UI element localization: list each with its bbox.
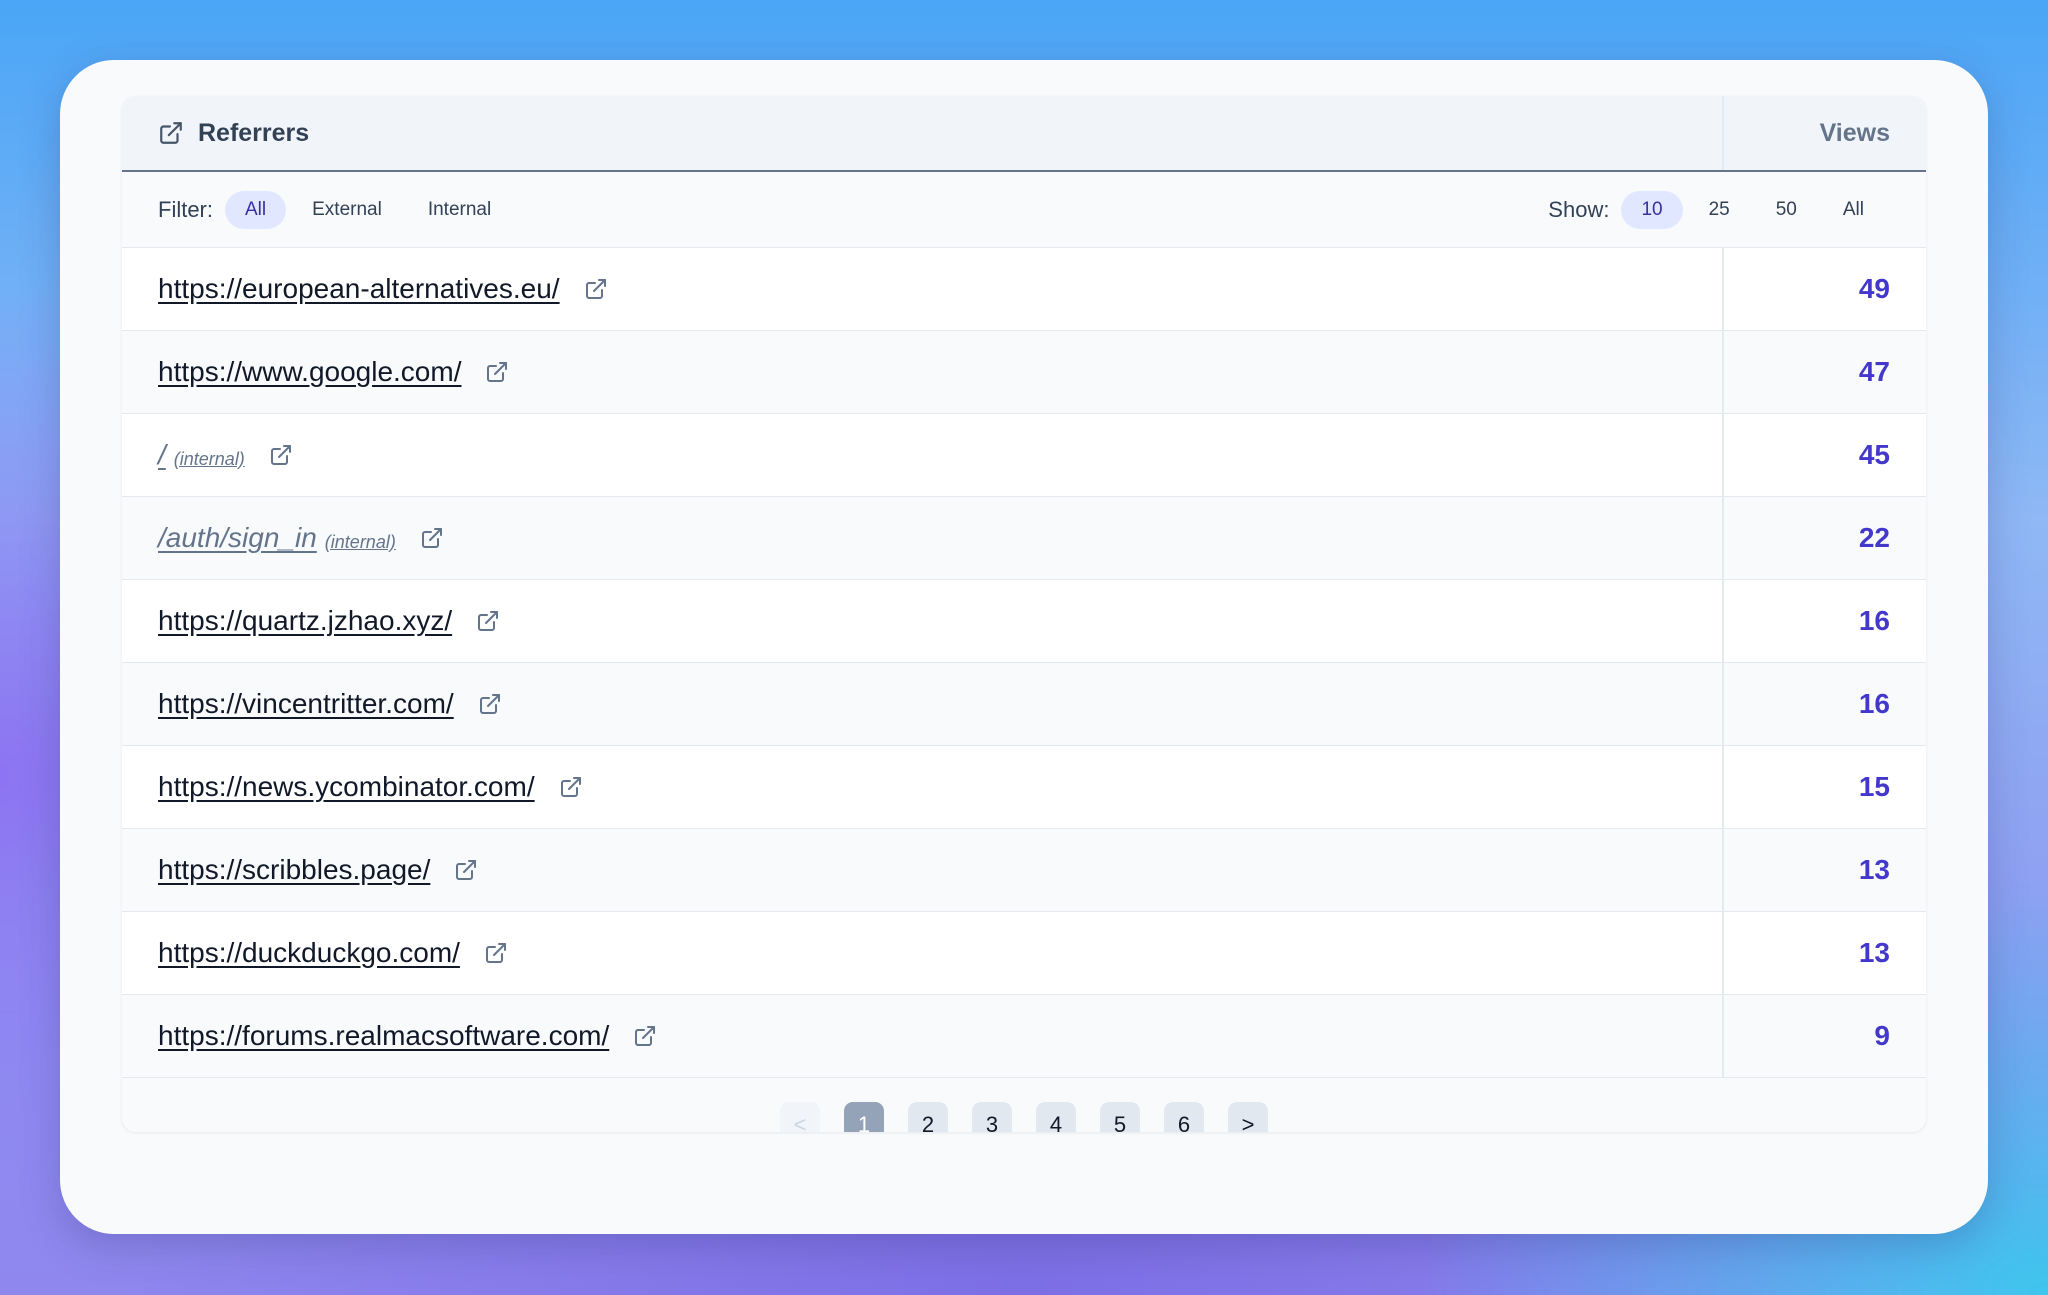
external-link-icon[interactable] xyxy=(633,1024,657,1048)
page-1-button[interactable]: 1 xyxy=(844,1102,884,1132)
page-5-button[interactable]: 5 xyxy=(1100,1102,1140,1132)
referrer-cell: https://vincentritter.com/ xyxy=(122,663,1724,745)
referrer-cell: /auth/sign_in (internal) xyxy=(122,497,1724,579)
referrer-link[interactable]: https://quartz.jzhao.xyz/ xyxy=(158,605,452,637)
views-count: 47 xyxy=(1858,356,1890,387)
table-row: /auth/sign_in (internal) 22 xyxy=(122,497,1926,580)
referrer-cell: https://european-alternatives.eu/ xyxy=(122,248,1724,330)
referrer-cell: https://news.ycombinator.com/ xyxy=(122,746,1724,828)
referrers-panel: Referrers Views Filter: All External Int… xyxy=(122,96,1926,1132)
referrer-link[interactable]: https://duckduckgo.com/ xyxy=(158,937,460,969)
views-count: 13 xyxy=(1858,854,1890,885)
page-4-button[interactable]: 4 xyxy=(1036,1102,1076,1132)
external-link-icon[interactable] xyxy=(269,443,293,467)
table-row: https://forums.realmacsoftware.com/ 9 xyxy=(122,995,1926,1078)
views-count: 45 xyxy=(1858,439,1890,470)
external-link-icon[interactable] xyxy=(420,526,444,550)
referrer-link[interactable]: https://www.google.com/ xyxy=(158,356,461,388)
page-6-button[interactable]: 6 xyxy=(1164,1102,1204,1132)
page-2-button[interactable]: 2 xyxy=(908,1102,948,1132)
table-row: https://news.ycombinator.com/ 15 xyxy=(122,746,1926,829)
referrer-list: https://european-alternatives.eu/ 49 htt… xyxy=(122,248,1926,1078)
external-link-icon[interactable] xyxy=(485,360,509,384)
external-link-icon[interactable] xyxy=(584,277,608,301)
referrer-cell: https://www.google.com/ xyxy=(122,331,1724,413)
table-header: Referrers Views xyxy=(122,96,1926,172)
show-10-button[interactable]: 10 xyxy=(1621,190,1683,229)
views-count: 49 xyxy=(1858,273,1890,304)
views-count: 16 xyxy=(1858,688,1890,719)
table-row: https://european-alternatives.eu/ 49 xyxy=(122,248,1926,331)
views-count: 13 xyxy=(1858,937,1890,968)
filter-internal-button[interactable]: Internal xyxy=(408,191,511,229)
filter-bar: Filter: All External Internal Show: 10 2… xyxy=(122,172,1926,248)
views-column-header[interactable]: Views xyxy=(1724,96,1926,170)
external-link-icon[interactable] xyxy=(478,692,502,716)
page-3-button[interactable]: 3 xyxy=(972,1102,1012,1132)
referrer-link[interactable]: https://european-alternatives.eu/ xyxy=(158,273,560,305)
views-count: 9 xyxy=(1874,1020,1890,1051)
referrer-link[interactable]: /auth/sign_in xyxy=(158,522,317,554)
table-row: https://vincentritter.com/ 16 xyxy=(122,663,1926,746)
views-count: 15 xyxy=(1858,771,1890,802)
prev-page-button[interactable]: < xyxy=(780,1102,820,1132)
external-link-icon xyxy=(160,122,182,144)
table-row: https://quartz.jzhao.xyz/ 16 xyxy=(122,580,1926,663)
next-page-button[interactable]: > xyxy=(1228,1102,1268,1132)
views-count: 22 xyxy=(1858,522,1890,553)
referrer-cell: / (internal) xyxy=(122,414,1724,496)
referrer-link[interactable]: https://forums.realmacsoftware.com/ xyxy=(158,1020,609,1052)
referrer-cell: https://forums.realmacsoftware.com/ xyxy=(122,995,1724,1077)
show-50-button[interactable]: 50 xyxy=(1756,191,1817,229)
external-link-icon[interactable] xyxy=(559,775,583,799)
filter-label: Filter: xyxy=(158,196,213,222)
internal-tag: (internal) xyxy=(324,531,396,552)
views-count: 16 xyxy=(1858,605,1890,636)
pagination: < 123456 > xyxy=(122,1078,1926,1132)
referrer-link[interactable]: https://scribbles.page/ xyxy=(158,854,430,886)
internal-tag: (internal) xyxy=(173,448,245,469)
referrer-cell: https://quartz.jzhao.xyz/ xyxy=(122,580,1724,662)
referrer-link[interactable]: https://vincentritter.com/ xyxy=(158,688,454,720)
table-row: / (internal) 45 xyxy=(122,414,1926,497)
filter-all-button[interactable]: All xyxy=(225,190,287,229)
table-row: https://scribbles.page/ 13 xyxy=(122,829,1926,912)
referrer-link[interactable]: https://news.ycombinator.com/ xyxy=(158,771,535,803)
external-link-icon[interactable] xyxy=(454,858,478,882)
referrer-link[interactable]: / xyxy=(158,439,166,471)
page-title: Referrers xyxy=(198,118,310,147)
referrers-heading: Referrers xyxy=(122,96,1724,170)
referrer-cell: https://scribbles.page/ xyxy=(122,829,1724,911)
dashboard-card: Referrers Views Filter: All External Int… xyxy=(60,60,1988,1234)
table-row: https://duckduckgo.com/ 13 xyxy=(122,912,1926,995)
filter-external-button[interactable]: External xyxy=(292,191,402,229)
show-25-button[interactable]: 25 xyxy=(1689,191,1750,229)
external-link-icon[interactable] xyxy=(484,941,508,965)
show-label: Show: xyxy=(1548,196,1610,222)
external-link-icon[interactable] xyxy=(476,609,500,633)
referrer-cell: https://duckduckgo.com/ xyxy=(122,912,1724,994)
show-all-button[interactable]: All xyxy=(1823,191,1884,229)
table-row: https://www.google.com/ 47 xyxy=(122,331,1926,414)
